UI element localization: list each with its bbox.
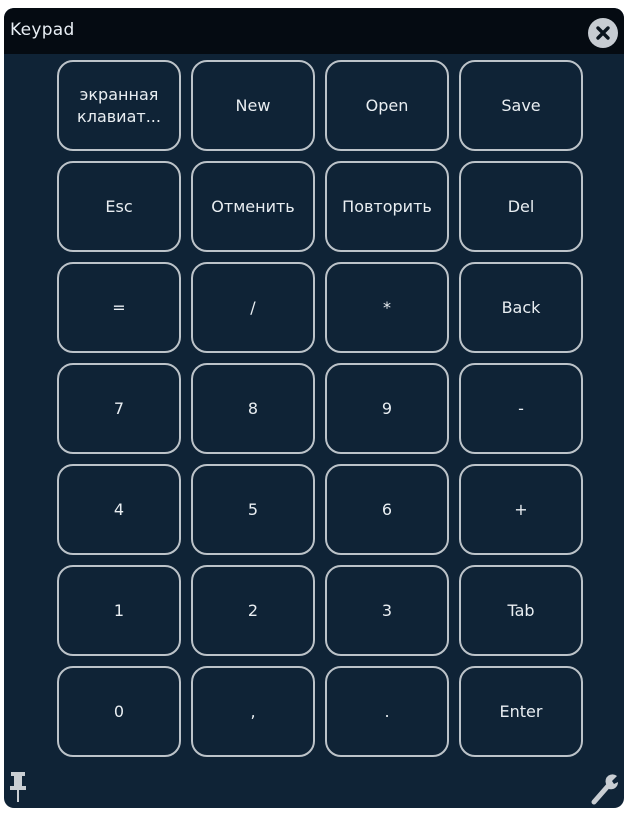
key-undo[interactable]: Отменить <box>191 161 315 252</box>
key-redo[interactable]: Повторить <box>325 161 449 252</box>
close-button[interactable] <box>588 18 618 48</box>
window-title: Keypad <box>10 20 75 40</box>
key-comma[interactable]: , <box>191 666 315 757</box>
keypad-window: Keypad экранная клавиат... New Open Save… <box>4 8 624 808</box>
close-icon <box>596 26 610 40</box>
key-new[interactable]: New <box>191 60 315 151</box>
key-7[interactable]: 7 <box>57 363 181 454</box>
key-period[interactable]: . <box>325 666 449 757</box>
key-esc[interactable]: Esc <box>57 161 181 252</box>
title-bar[interactable]: Keypad <box>4 8 624 54</box>
key-save[interactable]: Save <box>459 60 583 151</box>
key-divide[interactable]: / <box>191 262 315 353</box>
key-0[interactable]: 0 <box>57 666 181 757</box>
pin-icon[interactable] <box>8 770 28 804</box>
key-3[interactable]: 3 <box>325 565 449 656</box>
keypad-grid: экранная клавиат... New Open Save Esc От… <box>57 60 583 757</box>
key-4[interactable]: 4 <box>57 464 181 555</box>
key-5[interactable]: 5 <box>191 464 315 555</box>
key-enter[interactable]: Enter <box>459 666 583 757</box>
key-minus[interactable]: - <box>459 363 583 454</box>
key-open[interactable]: Open <box>325 60 449 151</box>
key-2[interactable]: 2 <box>191 565 315 656</box>
key-multiply[interactable]: * <box>325 262 449 353</box>
key-onscreen-keyboard[interactable]: экранная клавиат... <box>57 60 181 151</box>
key-back[interactable]: Back <box>459 262 583 353</box>
key-8[interactable]: 8 <box>191 363 315 454</box>
key-1[interactable]: 1 <box>57 565 181 656</box>
key-6[interactable]: 6 <box>325 464 449 555</box>
key-equals[interactable]: = <box>57 262 181 353</box>
key-9[interactable]: 9 <box>325 363 449 454</box>
key-tab[interactable]: Tab <box>459 565 583 656</box>
key-del[interactable]: Del <box>459 161 583 252</box>
key-plus[interactable]: + <box>459 464 583 555</box>
wrench-icon[interactable] <box>590 772 620 806</box>
